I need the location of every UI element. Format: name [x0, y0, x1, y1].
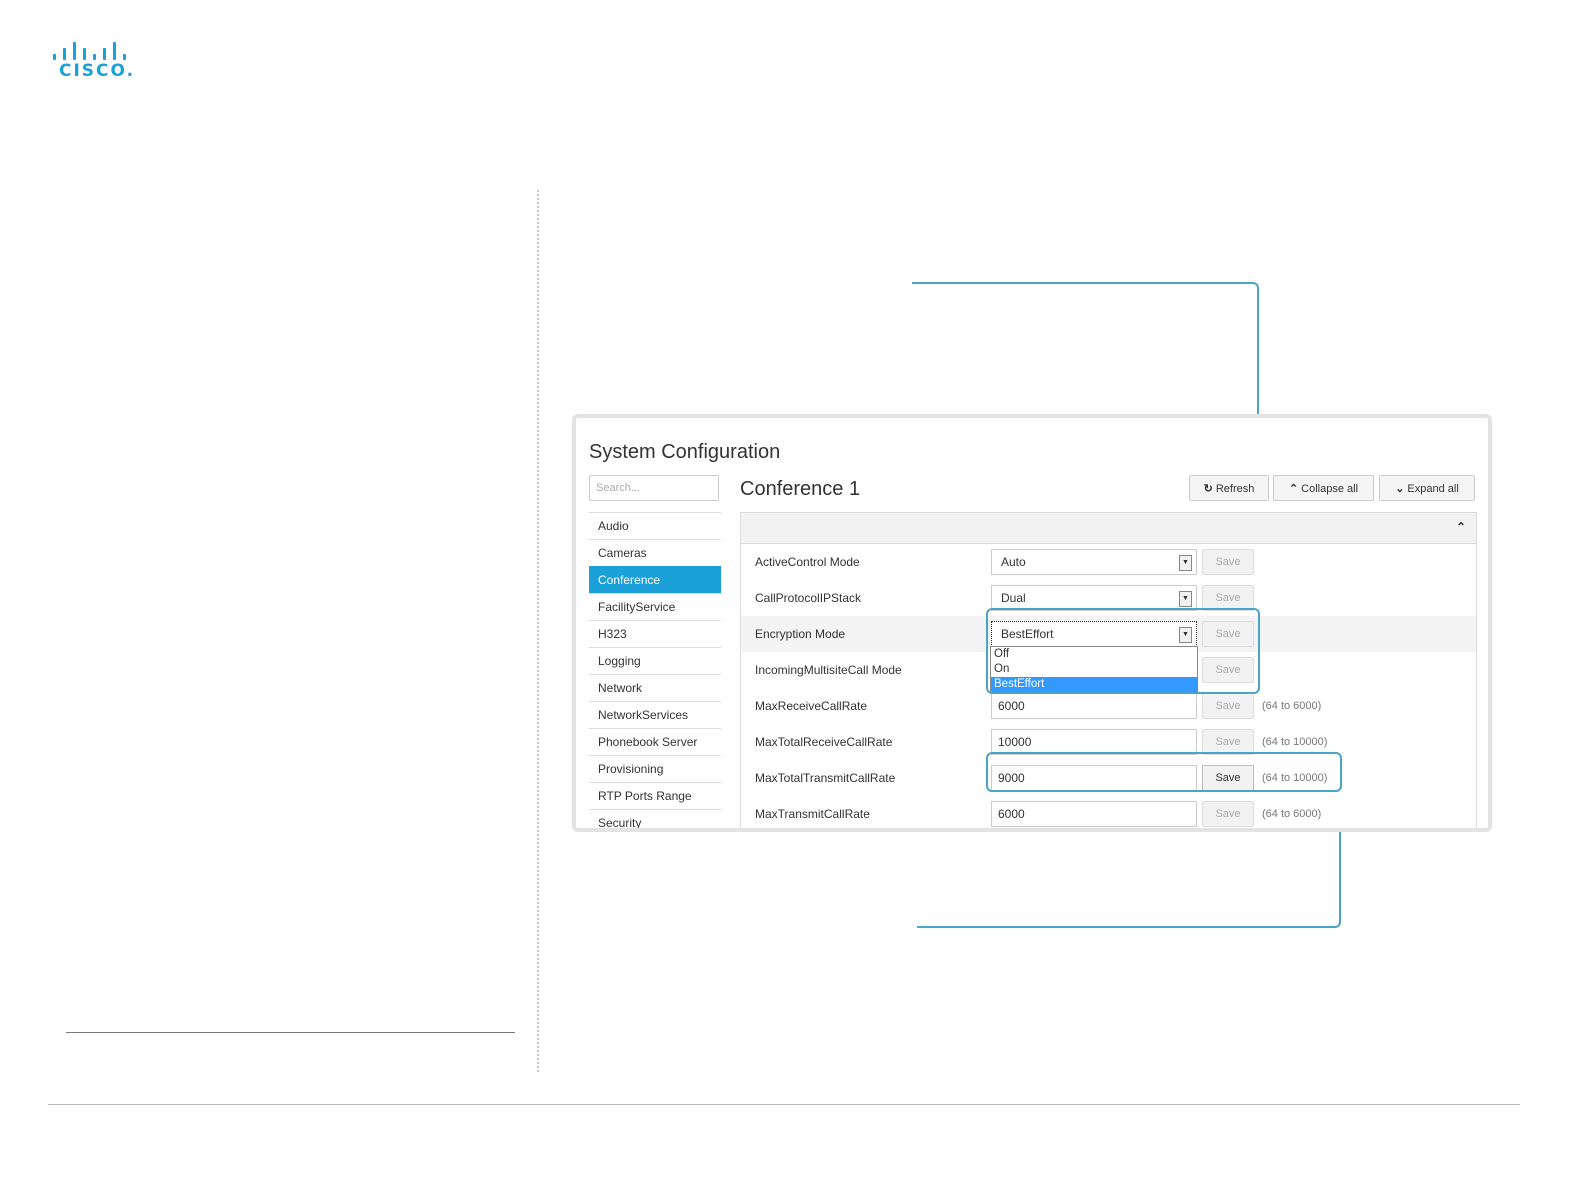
page-title: System Configuration: [589, 441, 781, 463]
sidebar: Audio Cameras Conference FacilityService…: [589, 512, 721, 828]
setting-label: MaxTotalTransmitCallRate: [755, 771, 896, 785]
save-button[interactable]: Save: [1202, 585, 1254, 611]
save-button[interactable]: Save: [1202, 729, 1254, 755]
callprotocolipstack-select[interactable]: Dual ▼: [991, 585, 1197, 611]
sidebar-item-h323[interactable]: H323: [589, 620, 721, 647]
encryption-mode-options: Off On BestEffort: [990, 646, 1198, 693]
save-button[interactable]: Save: [1202, 801, 1254, 827]
sidebar-item-security[interactable]: Security: [589, 809, 721, 828]
save-button[interactable]: Save: [1202, 765, 1254, 791]
sidebar-item-networkservices[interactable]: NetworkServices: [589, 701, 721, 728]
sidebar-item-network[interactable]: Network: [589, 674, 721, 701]
setting-label: ActiveControl Mode: [755, 555, 860, 569]
maxtotalreceivecallrate-input[interactable]: 10000: [991, 729, 1197, 755]
column-divider: [537, 190, 539, 1072]
setting-row-maxtransmitcallrate: MaxTransmitCallRate 6000 Save (64 to 600…: [741, 796, 1476, 828]
left-rule: [66, 1032, 515, 1033]
activecontrol-mode-select[interactable]: Auto ▼: [991, 549, 1197, 575]
option-off[interactable]: Off: [991, 647, 1197, 662]
setting-row-activecontrol-mode: ActiveControl Mode Auto ▼ Save: [741, 544, 1476, 580]
setting-label: MaxTotalReceiveCallRate: [755, 735, 893, 749]
save-button[interactable]: Save: [1202, 549, 1254, 575]
refresh-icon: ↻: [1203, 483, 1213, 495]
expand-all-button[interactable]: ⌄ Expand all: [1379, 475, 1475, 501]
select-value: Dual: [1001, 591, 1026, 605]
option-besteffort[interactable]: BestEffort: [991, 677, 1197, 692]
save-button[interactable]: Save: [1202, 621, 1254, 647]
cisco-logo: CISCO.: [53, 42, 133, 82]
sidebar-item-conference[interactable]: Conference: [589, 566, 721, 593]
sidebar-item-logging[interactable]: Logging: [589, 647, 721, 674]
sidebar-item-audio[interactable]: Audio: [589, 512, 721, 539]
section-title: Conference 1: [740, 478, 861, 500]
chevron-up-icon[interactable]: ⌃: [1456, 520, 1466, 534]
setting-label: Encryption Mode: [755, 627, 846, 641]
setting-row-maxreceivecallrate: MaxReceiveCallRate 6000 Save (64 to 6000…: [741, 688, 1476, 724]
sidebar-item-facilityservice[interactable]: FacilityService: [589, 593, 721, 620]
setting-row-maxtotaltransmitcallrate: MaxTotalTransmitCallRate 9000 Save (64 t…: [741, 760, 1476, 796]
setting-row-maxtotalreceivecallrate: MaxTotalReceiveCallRate 10000 Save (64 t…: [741, 724, 1476, 760]
sidebar-item-rtp-ports-range[interactable]: RTP Ports Range: [589, 782, 721, 809]
sidebar-item-phonebook-server[interactable]: Phonebook Server: [589, 728, 721, 755]
collapse-label: Collapse all: [1301, 483, 1359, 495]
expand-label: Expand all: [1407, 483, 1459, 495]
chevron-down-icon: ⌄: [1395, 483, 1405, 495]
collapse-all-button[interactable]: ⌃ Collapse all: [1273, 475, 1374, 501]
maxtransmitcallrate-input[interactable]: 6000: [991, 801, 1197, 827]
select-value: Auto: [1001, 555, 1026, 569]
setting-label: MaxTransmitCallRate: [755, 807, 870, 821]
chevron-up-icon: ⌃: [1288, 483, 1299, 495]
sidebar-item-provisioning[interactable]: Provisioning: [589, 755, 721, 782]
refresh-label: Refresh: [1215, 483, 1255, 495]
footer-rule: [48, 1104, 1520, 1105]
setting-row-callprotocolipstack: CallProtocolIPStack Dual ▼ Save: [741, 580, 1476, 616]
maxtotaltransmitcallrate-input[interactable]: 9000: [991, 765, 1197, 791]
range-hint: (64 to 10000): [1262, 772, 1328, 784]
save-button[interactable]: Save: [1202, 657, 1254, 683]
dropdown-arrow-icon[interactable]: ▼: [1179, 555, 1192, 571]
save-button[interactable]: Save: [1202, 693, 1254, 719]
range-hint: (64 to 6000): [1262, 700, 1322, 712]
range-hint: (64 to 10000): [1262, 736, 1328, 748]
panel-header[interactable]: ⌃: [741, 513, 1476, 544]
setting-label: MaxReceiveCallRate: [755, 699, 868, 713]
sidebar-item-cameras[interactable]: Cameras: [589, 539, 721, 566]
maxreceivecallrate-input[interactable]: 6000: [991, 693, 1197, 719]
range-hint: (64 to 6000): [1262, 808, 1322, 820]
option-on[interactable]: On: [991, 662, 1197, 677]
dropdown-arrow-icon[interactable]: ▼: [1179, 627, 1192, 643]
dropdown-arrow-icon[interactable]: ▼: [1179, 591, 1192, 607]
setting-label: CallProtocolIPStack: [755, 591, 862, 605]
config-screenshot: System Configuration Audio Cameras Confe…: [572, 414, 1492, 832]
encryption-mode-select[interactable]: BestEffort ▼: [991, 621, 1197, 647]
cisco-wordmark: CISCO.: [59, 61, 136, 81]
setting-label: IncomingMultisiteCall Mode: [755, 663, 902, 677]
search-input[interactable]: [589, 475, 719, 501]
select-value: BestEffort: [1001, 627, 1054, 641]
refresh-button[interactable]: ↻ Refresh: [1189, 475, 1269, 501]
cisco-bars-icon: [53, 42, 127, 60]
